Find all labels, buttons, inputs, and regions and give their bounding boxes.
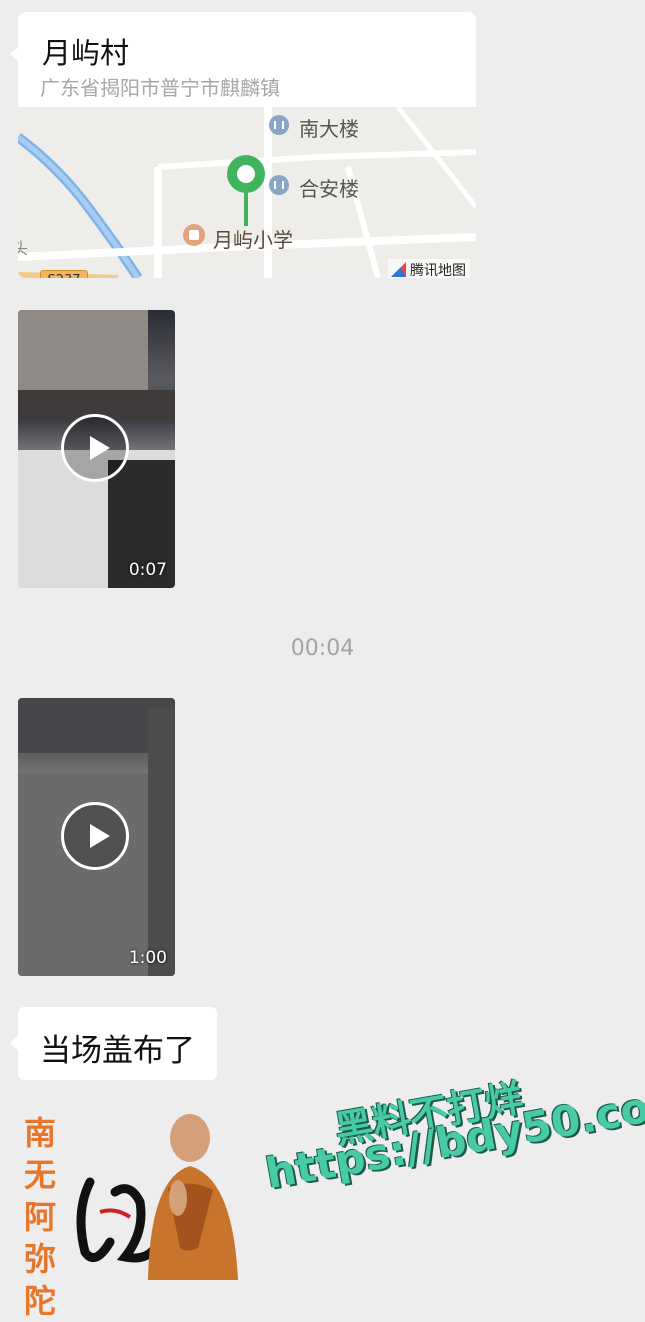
- map-partial-label: 头: [18, 239, 29, 258]
- video-thumbnail: [148, 708, 175, 976]
- ad-char: 陀: [24, 1282, 57, 1320]
- ad-char: 弥: [24, 1240, 57, 1278]
- school-icon: [183, 224, 205, 246]
- play-button[interactable]: [61, 414, 129, 482]
- route-badge: S237: [40, 270, 88, 278]
- tencent-map-icon: [391, 262, 406, 277]
- video-duration: 1:00: [128, 948, 167, 968]
- ad-char: 无: [24, 1156, 57, 1194]
- map-poi-label: 月屿小学: [213, 228, 293, 252]
- location-address: 广东省揭阳市普宁市麒麟镇: [40, 76, 280, 100]
- message-text: 当场盖布了: [40, 1033, 195, 1069]
- bubble-tail: [10, 1035, 19, 1051]
- ad-vertical-text: 南 无 阿 弥 陀: [24, 1112, 64, 1322]
- building-icon: [269, 175, 289, 195]
- text-message[interactable]: 当场盖布了: [10, 1007, 217, 1080]
- location-header: 月屿村 广东省揭阳市普宁市麒麟镇: [18, 12, 476, 107]
- ad-char: 南: [24, 1114, 57, 1152]
- video-message[interactable]: 0:07: [18, 310, 175, 588]
- play-button[interactable]: [61, 802, 129, 870]
- video-thumbnail: [18, 310, 148, 400]
- map-poi-label: 合安楼: [299, 177, 359, 201]
- map-poi-label: 南大楼: [299, 117, 359, 141]
- location-name: 月屿村: [42, 36, 130, 70]
- ad-char: 阿: [24, 1198, 57, 1236]
- map-provider-label: 腾讯地图: [410, 263, 466, 278]
- building-icon: [269, 115, 289, 135]
- video-duration: 0:07: [128, 560, 167, 580]
- map-preview[interactable]: 南大楼 合安楼 月屿小学 头 S237 腾讯地图: [18, 107, 476, 278]
- monk-image: [148, 1114, 238, 1280]
- message-timestamp: 00:04: [290, 636, 355, 661]
- video-message[interactable]: 1:00: [18, 698, 175, 976]
- location-pin-icon: [227, 155, 265, 226]
- location-message[interactable]: 月屿村 广东省揭阳市普宁市麒麟镇 南大楼 合安楼 月屿小学 头 S237: [10, 12, 476, 278]
- map-provider: 腾讯地图: [388, 259, 470, 278]
